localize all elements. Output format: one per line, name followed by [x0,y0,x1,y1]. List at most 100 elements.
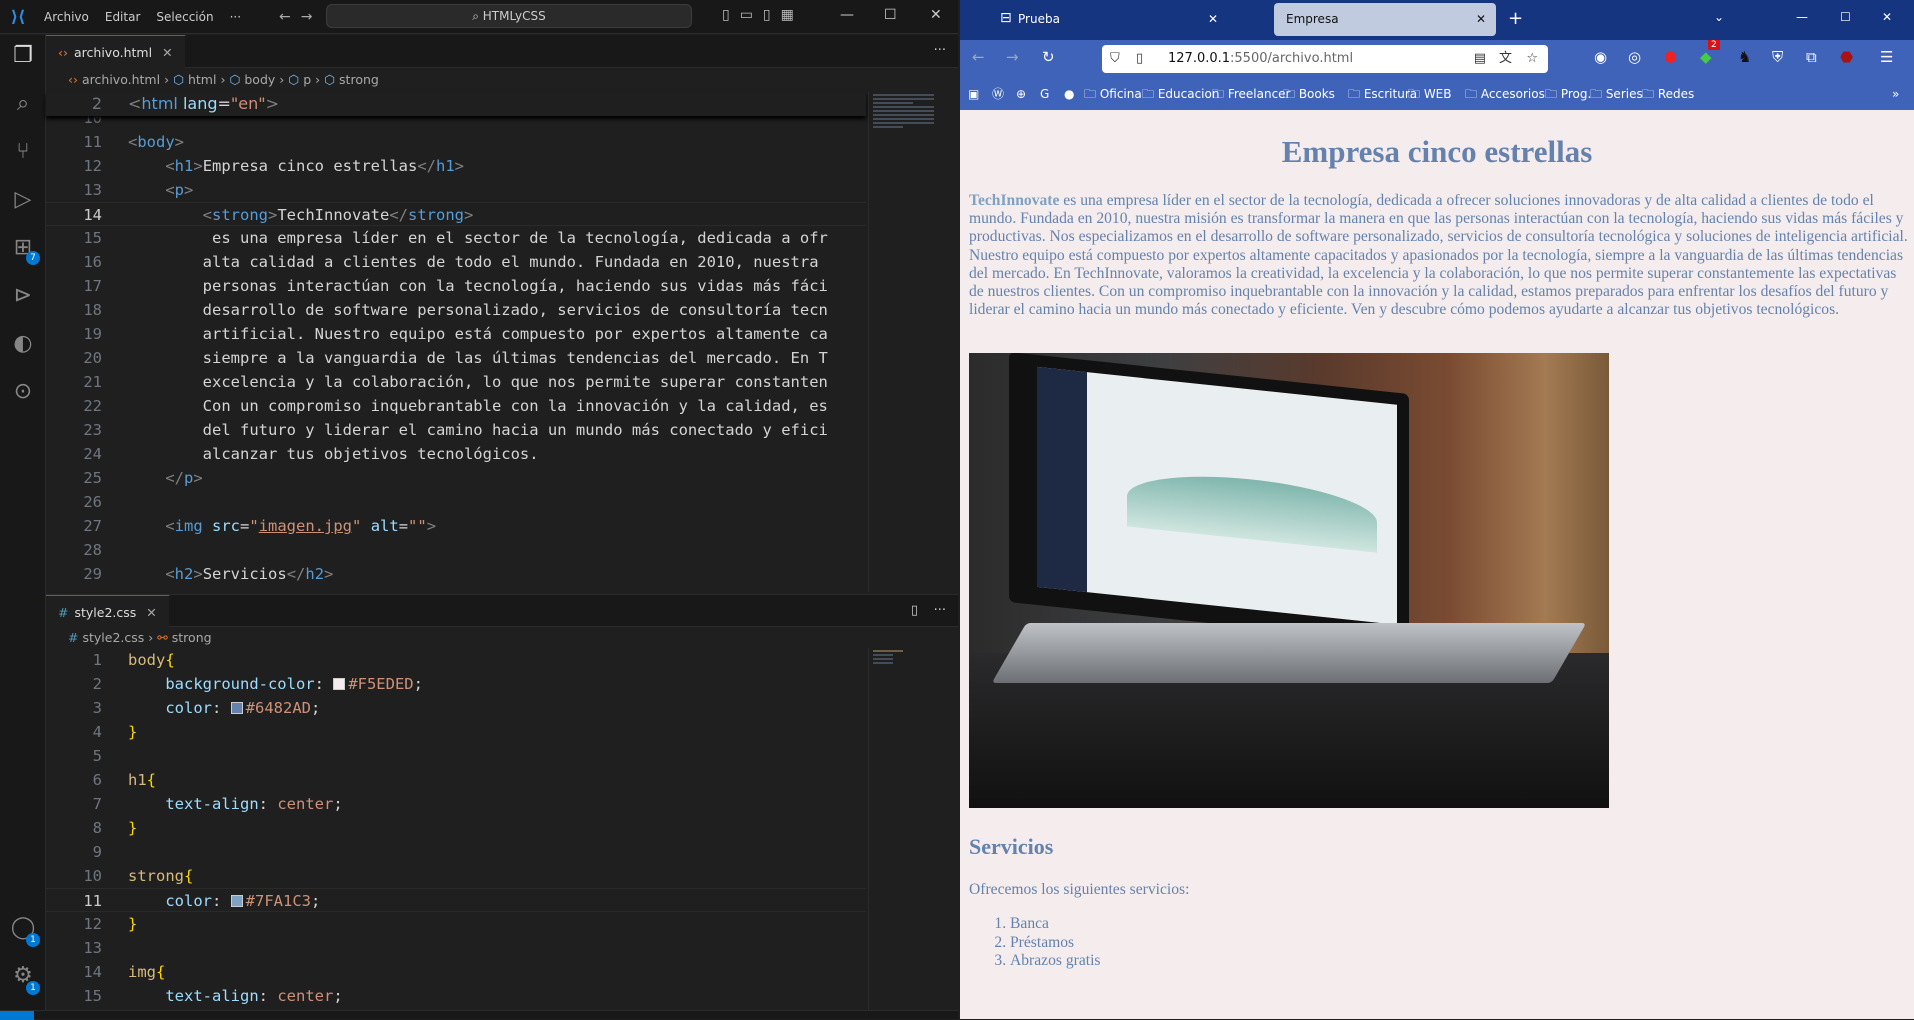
gnome-extension-icon[interactable]: ♞ [1738,48,1751,66]
code-line[interactable]: 15 text-align: center; [46,984,866,1008]
back-icon[interactable]: ← [972,48,985,66]
breadcrumb-item[interactable]: html [188,72,216,87]
url-bar[interactable]: ⛉ ▯ 127.0.0.1:5500/archivo.html ▤ 文 ☆ [1102,45,1548,73]
bookmark-folder[interactable]: 🗀 Books [1283,78,1335,110]
code-line[interactable]: 14 img{ [46,960,866,984]
bookmark-folder[interactable]: 🗀 Redes [1642,78,1694,110]
code-line[interactable]: 13 [46,936,866,960]
extension-icon[interactable]: ◎ [1628,48,1641,66]
code-line[interactable]: 13 <p> [46,178,866,202]
wordpress-icon[interactable]: Ⓦ [992,78,1004,110]
bookmark-favicon-icon[interactable]: ▣ [968,78,979,110]
command-center-search[interactable]: ⌕ HTMLyCSS [326,4,692,28]
nav-back-forward-icon[interactable]: ←→ [279,9,322,25]
code-line[interactable]: 12} [46,912,866,936]
color-swatch[interactable] [333,678,346,690]
bookmark-folder[interactable]: 🗀 Oficina [1084,78,1142,110]
explorer-icon[interactable]: ❐ [0,43,46,68]
globe-icon[interactable]: ⊕ [1016,78,1026,110]
close-tab-icon[interactable]: ✕ [1476,3,1486,36]
menu-more[interactable]: ··· [222,10,249,24]
code-line[interactable]: 9 [46,840,866,864]
code-line[interactable]: 15 es una empresa líder en el sector de … [46,226,866,250]
code-line[interactable]: 18 desarrollo de software personalizado,… [46,298,866,322]
close-icon[interactable]: ✕ [930,7,942,23]
translate-icon[interactable]: 文 [1499,45,1512,73]
maximize-icon[interactable]: ☐ [884,7,897,23]
google-translate-icon[interactable]: G [1040,78,1049,110]
new-tab-icon[interactable]: + [1508,8,1523,29]
menu-seleccion[interactable]: Selección [148,10,221,24]
reload-icon[interactable]: ↻ [1042,48,1055,66]
minimize-icon[interactable]: — [840,7,854,23]
extension-icon[interactable]: ◆ [1700,48,1712,66]
breadcrumb-item[interactable]: archivo.html [82,72,160,87]
breadcrumb-item[interactable]: style2.css [82,630,144,645]
extensions-puzzle-icon[interactable]: ⧉ [1806,48,1817,66]
code-line[interactable]: 3 color: #6482AD; [46,696,866,720]
code-line[interactable]: 24 alcanzar tus objetivos tecnológicos. [46,442,866,466]
close-tab-icon[interactable]: ✕ [146,605,156,620]
code-line[interactable]: 23 del futuro y liderar el camino hacia … [46,418,866,442]
breadcrumb-item[interactable]: strong [172,630,212,645]
browser-tab-empresa[interactable]: Empresa ✕ [1274,3,1496,36]
code-line[interactable]: 8} [46,816,866,840]
browser-tab-prueba[interactable]: Prueba ✕ [1006,3,1228,36]
code-line[interactable]: 27 <img src="imagen.jpg" alt=""> [46,514,866,538]
bookmark-folder[interactable]: 🗀 Accesorios [1465,78,1545,110]
git-graph-icon[interactable]: ⊙ [0,379,46,404]
source-control-icon[interactable]: ⑂ [0,139,46,164]
code-line[interactable]: 17 personas interactúan con la tecnologí… [46,274,866,298]
html-code-editor[interactable]: 10 11 <body> 12 <h1>Empresa cinco estrellas… [46,110,866,592]
code-line[interactable]: 21 excelencia y la colaboración, lo que … [46,370,866,394]
code-line[interactable]: 2 background-color: #F5EDED; [46,672,866,696]
close-tab-icon[interactable]: ✕ [1208,3,1218,36]
forward-icon[interactable]: → [1006,48,1019,66]
search-icon[interactable]: ⌕ [0,91,46,116]
tab-style2-css[interactable]: # style2.css ✕ [46,595,169,628]
bookmark-star-icon[interactable]: ☆ [1526,45,1538,73]
code-line[interactable]: 4} [46,720,866,744]
tab-archivo-html[interactable]: ‹› archivo.html ✕ [46,35,185,68]
code-line[interactable]: 10 strong{ [46,864,866,888]
breadcrumb-item[interactable]: p [303,72,311,87]
shield-icon[interactable]: ⛉ [1110,45,1120,73]
bookmark-favicon-icon[interactable]: ● [1064,78,1074,110]
maximize-icon[interactable]: ☐ [1840,10,1851,24]
bitwarden-icon[interactable]: ⛨ [1772,48,1783,66]
code-line[interactable]: 28 [46,538,866,562]
bookmark-folder[interactable]: 🗀 Escritura [1348,78,1417,110]
bookmark-folder[interactable]: 🗀 WEB [1408,78,1452,110]
close-icon[interactable]: ✕ [1882,10,1892,24]
code-line[interactable]: 11 <body> [46,130,866,154]
code-line[interactable]: 26 [46,490,866,514]
profile-extension-icon[interactable]: ◉ [1594,48,1607,66]
ublock-icon[interactable]: ⬣ [1840,48,1853,66]
minimap[interactable] [868,92,938,592]
bookmark-folder[interactable]: 🗀 Freelancer [1212,78,1291,110]
remote-explorer-icon[interactable]: ◐ [0,331,46,356]
code-line[interactable]: 7 text-align: center; [46,792,866,816]
reader-view-icon[interactable]: ▤ [1474,45,1486,73]
code-line[interactable]: 12 <h1>Empresa cinco estrellas</h1> [46,154,866,178]
bookmark-folder[interactable]: 🗀 Series [1590,78,1643,110]
more-actions-icon[interactable]: ··· [934,43,946,58]
close-tab-icon[interactable]: ✕ [162,45,172,60]
code-line[interactable]: 11 color: #7FA1C3; [46,888,866,912]
code-line[interactable]: 6 h1{ [46,768,866,792]
menu-archivo[interactable]: Archivo [36,10,97,24]
code-line[interactable]: 19 artificial. Nuestro equipo está compu… [46,322,866,346]
more-bookmarks-icon[interactable]: » [1892,78,1899,110]
code-line[interactable]: 25 </p> [46,466,866,490]
code-line[interactable]: 1 body{ [46,648,866,672]
layout-toggle-icons[interactable]: ▯▭▯▦ [722,7,804,23]
testing-icon[interactable]: ⊳ [0,283,46,308]
menu-editar[interactable]: Editar [97,10,149,24]
bookmark-folder[interactable]: 🗀 Prog. [1545,78,1591,110]
code-line[interactable]: 5 [46,744,866,768]
css-minimap[interactable] [868,648,938,1010]
code-line[interactable]: 16 alta calidad a clientes de todo el mu… [46,250,866,274]
more-actions-icon[interactable]: ··· [934,603,946,618]
code-line[interactable]: 14 <strong>TechInnovate</strong> [46,202,866,226]
run-debug-icon[interactable]: ▷ [0,187,46,212]
